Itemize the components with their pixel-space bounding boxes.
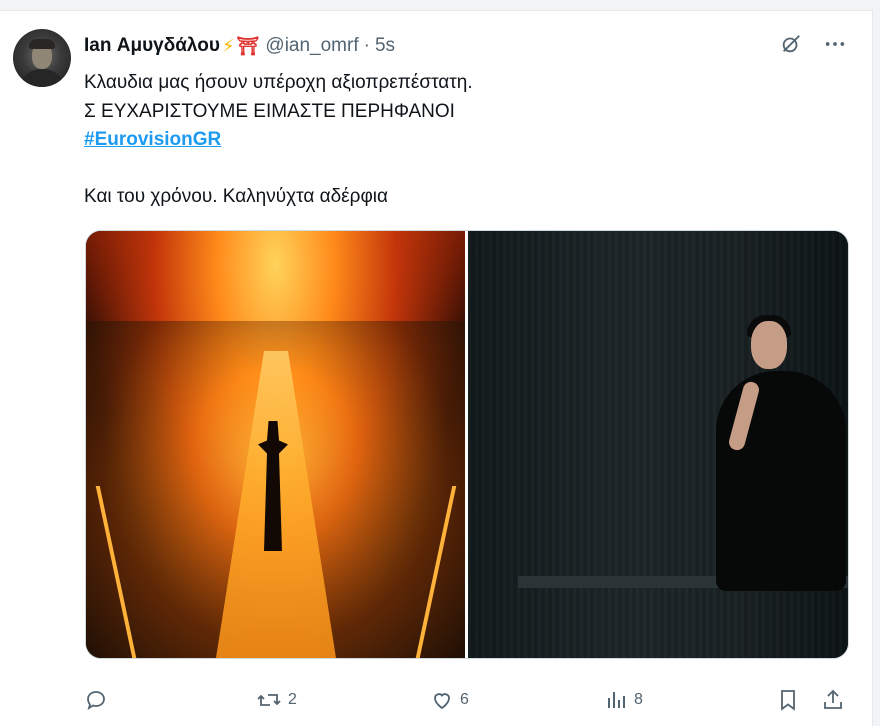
tweet-time[interactable]: 5s bbox=[375, 35, 395, 57]
views-count: 8 bbox=[634, 691, 643, 708]
retweet-button[interactable]: 2 bbox=[256, 688, 297, 712]
views-button[interactable]: 8 bbox=[604, 688, 643, 712]
stage-photo[interactable] bbox=[86, 231, 465, 658]
singer-photo[interactable] bbox=[468, 231, 848, 658]
share-button[interactable] bbox=[821, 688, 845, 712]
share-icon bbox=[821, 688, 845, 712]
tweet-header: Ian Αμυγδάλου ⚡ ⛩ @ian_omrf · 5s bbox=[84, 33, 395, 59]
tweet-text-line: Σ ΕΥΧΑΡΙΣΤΟΥΜΕ ΕΙΜΑΣΤΕ ΠΕΡΗΦΑΝΟΙ bbox=[84, 100, 455, 122]
lightning-emoji: ⚡ bbox=[221, 35, 235, 56]
grok-icon[interactable] bbox=[780, 33, 802, 55]
tweet-text-line: Κλαυδια μας ήσουν υπέροχη αξιοπρεπέστατη… bbox=[84, 72, 473, 93]
author-name[interactable]: Ian Αμυγδάλου bbox=[84, 35, 220, 57]
tweet-text: Κλαυδια μας ήσουν υπέροχη αξιοπρεπέστατη… bbox=[84, 69, 844, 212]
tweet-card[interactable]: Ian Αμυγδάλου ⚡ ⛩ @ian_omrf · 5s Κλαυδια… bbox=[0, 10, 873, 726]
separator-dot: · bbox=[363, 35, 370, 56]
like-button[interactable]: 6 bbox=[430, 688, 469, 712]
reply-icon bbox=[84, 688, 108, 712]
tweet-media bbox=[85, 230, 849, 659]
views-icon bbox=[604, 688, 628, 712]
more-icon[interactable] bbox=[824, 33, 846, 55]
torii-emoji: ⛩ bbox=[236, 35, 260, 56]
retweet-icon bbox=[256, 688, 282, 712]
hashtag-link[interactable]: #EurovisionGR bbox=[84, 126, 844, 155]
bookmark-button[interactable] bbox=[777, 688, 799, 712]
author-handle[interactable]: @ian_omrf bbox=[265, 35, 358, 57]
tweet-actions: 2 6 8 bbox=[84, 688, 854, 716]
retweet-count: 2 bbox=[288, 691, 297, 708]
heart-icon bbox=[430, 688, 454, 712]
bookmark-icon bbox=[777, 688, 799, 712]
tweet-text-line: Και του χρόνου. Καληνύχτα αδέρφια bbox=[84, 186, 388, 207]
avatar[interactable] bbox=[13, 29, 71, 87]
like-count: 6 bbox=[460, 691, 469, 708]
reply-button[interactable] bbox=[84, 688, 108, 712]
